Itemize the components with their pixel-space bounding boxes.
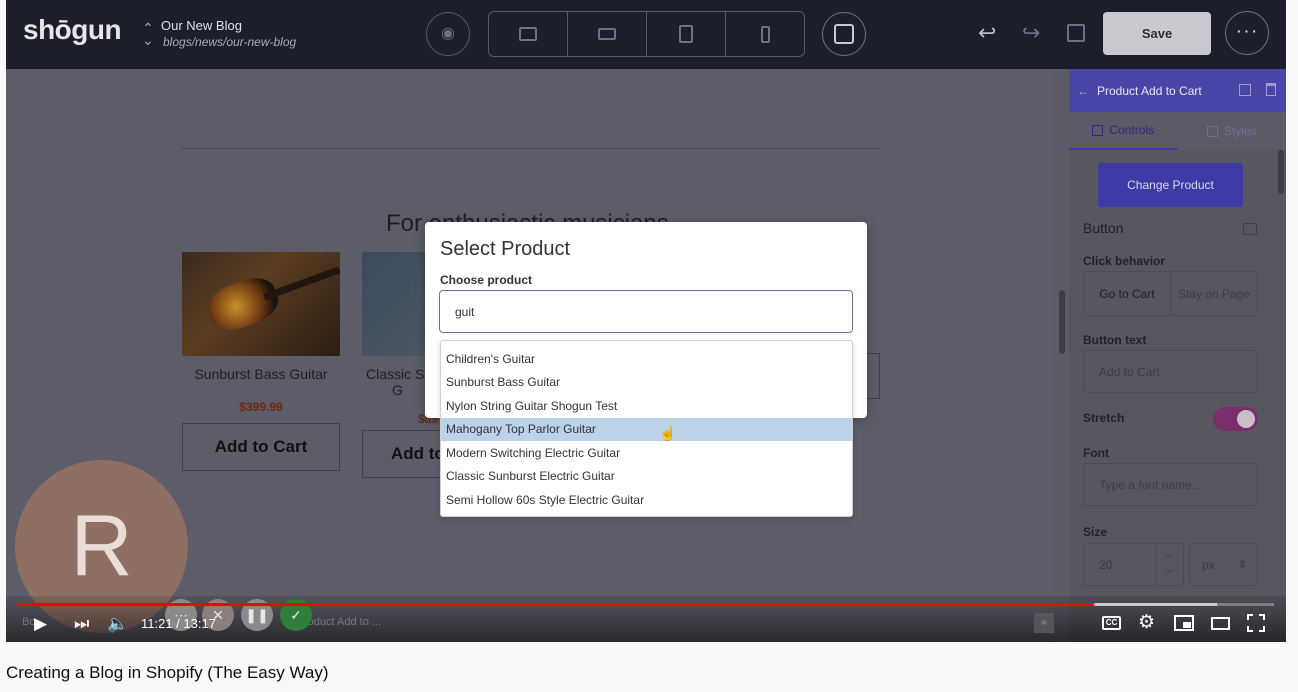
panel-body: Change Product Button Click behavior Go …: [1069, 150, 1277, 642]
save-button[interactable]: Save: [1103, 12, 1211, 55]
time-display: 11:21 / 13:17: [141, 616, 216, 631]
chevron-updown-icon: ⇕: [1237, 559, 1247, 571]
play-icon[interactable]: ▶: [34, 614, 47, 634]
preview-eye-icon[interactable]: ◉: [426, 12, 470, 56]
captions-icon[interactable]: CC: [1102, 616, 1121, 630]
tab-label: Controls: [1109, 123, 1155, 137]
settings-gear-icon[interactable]: ⚙: [1138, 611, 1155, 634]
history-icon[interactable]: [1067, 24, 1085, 42]
tab-styles[interactable]: Styles: [1178, 112, 1287, 150]
product-name: Sunburst Bass Guitar: [194, 366, 328, 382]
progress-played: [18, 603, 1094, 606]
click-behavior-toggle: Go to Cart Stay on Page: [1083, 271, 1258, 316]
page-title[interactable]: Our New Blog: [161, 18, 242, 33]
section-title: Button: [1083, 220, 1124, 236]
canvas-scrollbar[interactable]: [1059, 290, 1065, 354]
size-value: 20: [1099, 557, 1113, 572]
expand-icon[interactable]: »: [1034, 613, 1054, 633]
product-option[interactable]: Semi Hollow 60s Style Electric Guitar: [441, 488, 852, 512]
shogun-logo: shōgun: [23, 14, 122, 45]
modal-title: Select Product: [440, 238, 571, 260]
panel-header: ← Product Add to Cart: [1069, 69, 1286, 112]
tablet-icon: [679, 25, 693, 43]
trash-icon[interactable]: [1266, 83, 1276, 96]
desktop-view-button[interactable]: [489, 12, 568, 56]
product-option[interactable]: Classic Sunburst Electric Guitar: [441, 465, 852, 489]
divider: [181, 148, 881, 149]
miniplayer-icon[interactable]: [1174, 615, 1194, 631]
more-options-icon[interactable]: ···: [1225, 11, 1269, 55]
product-option[interactable]: Children's Guitar: [441, 347, 852, 371]
breadcrumb-ghost-right: roduct Add to ...: [304, 616, 382, 628]
volume-icon[interactable]: 🔈: [107, 614, 128, 634]
duplicate-icon[interactable]: [1239, 84, 1251, 96]
page-switch-icon[interactable]: ⌃ ⌄: [142, 21, 154, 47]
fullscreen-editor-button[interactable]: [822, 12, 866, 56]
panel-scrollbar[interactable]: [1278, 150, 1284, 194]
device-settings-icon[interactable]: [1243, 223, 1257, 235]
product-card[interactable]: Sunburst Bass Guitar $399.99 Add to Cart: [182, 252, 340, 471]
product-price: $399.99: [239, 400, 283, 414]
hand-cursor-icon: ☝: [659, 425, 677, 441]
laptop-view-button[interactable]: [568, 12, 647, 56]
font-input[interactable]: Type a font name...: [1083, 463, 1258, 506]
stretch-label: Stretch: [1083, 411, 1125, 425]
redo-icon[interactable]: ↪: [1022, 20, 1040, 46]
styles-icon: [1206, 125, 1218, 137]
size-unit-value: px: [1202, 557, 1215, 572]
properties-panel: ← Product Add to Cart Controls Styles Ch…: [1069, 69, 1286, 642]
controls-icon: [1092, 124, 1104, 136]
change-product-button[interactable]: Change Product: [1098, 163, 1243, 207]
editor-top-bar: shōgun ⌃ ⌄ Our New Blog blogs/news/our-ne…: [6, 0, 1286, 69]
product-image: [182, 252, 340, 356]
stretch-toggle[interactable]: [1213, 407, 1258, 431]
progress-buffered: [1095, 603, 1217, 606]
product-option[interactable]: Nylon String Guitar Shogun Test: [441, 394, 852, 418]
product-options-list: Children's Guitar Sunburst Bass Guitar Nyl…: [440, 340, 853, 517]
add-to-cart-button[interactable]: Add to Cart: [182, 423, 340, 471]
product-option[interactable]: Modern Switching Electric Guitar: [441, 441, 852, 465]
button-text-label: Button text: [1083, 333, 1147, 347]
button-text-input[interactable]: Add to Cart: [1083, 350, 1258, 393]
size-stepper[interactable]: ︿ ﹀: [1155, 544, 1183, 585]
next-icon[interactable]: ⏭: [74, 614, 89, 634]
device-switcher: [488, 11, 805, 57]
tablet-view-button[interactable]: [647, 12, 726, 56]
size-unit-select[interactable]: px ⇕: [1189, 543, 1258, 586]
choose-product-label: Choose product: [440, 273, 532, 287]
theater-mode-icon[interactable]: [1211, 617, 1230, 630]
progress-bar[interactable]: [18, 603, 1274, 606]
panel-title: Product Add to Cart: [1097, 83, 1202, 98]
video-title: Creating a Blog in Shopify (The Easy Way…: [6, 663, 329, 682]
stay-on-page-option[interactable]: Stay on Page: [1171, 272, 1257, 315]
back-arrow-icon[interactable]: ←: [1077, 84, 1089, 98]
square-icon: [834, 24, 854, 44]
size-label: Size: [1083, 525, 1108, 539]
product-option[interactable]: Mahogany Top Parlor Guitar: [441, 417, 852, 441]
undo-icon[interactable]: ↩: [978, 20, 996, 46]
panel-tabs: Controls Styles: [1069, 112, 1286, 150]
hidden-card-edge: [866, 353, 880, 399]
product-option[interactable]: Sunburst Bass Guitar: [441, 371, 852, 395]
tab-label: Styles: [1223, 124, 1257, 138]
go-to-cart-option[interactable]: Go to Cart: [1084, 272, 1171, 315]
size-input[interactable]: 20 ︿ ﹀: [1083, 543, 1184, 586]
mobile-icon: [760, 25, 770, 43]
video-player[interactable]: shōgun ⌃ ⌄ Our New Blog blogs/news/our-ne…: [6, 0, 1286, 642]
page-path: blogs/news/our-new-blog: [163, 35, 297, 49]
laptop-icon: [598, 28, 616, 40]
fullscreen-icon[interactable]: [1247, 614, 1265, 632]
tab-controls[interactable]: Controls: [1069, 112, 1178, 150]
desktop-icon: [519, 27, 537, 41]
click-behavior-label: Click behavior: [1083, 254, 1166, 268]
font-label: Font: [1083, 446, 1109, 460]
mobile-view-button[interactable]: [726, 12, 804, 56]
product-search-input[interactable]: [439, 290, 853, 333]
